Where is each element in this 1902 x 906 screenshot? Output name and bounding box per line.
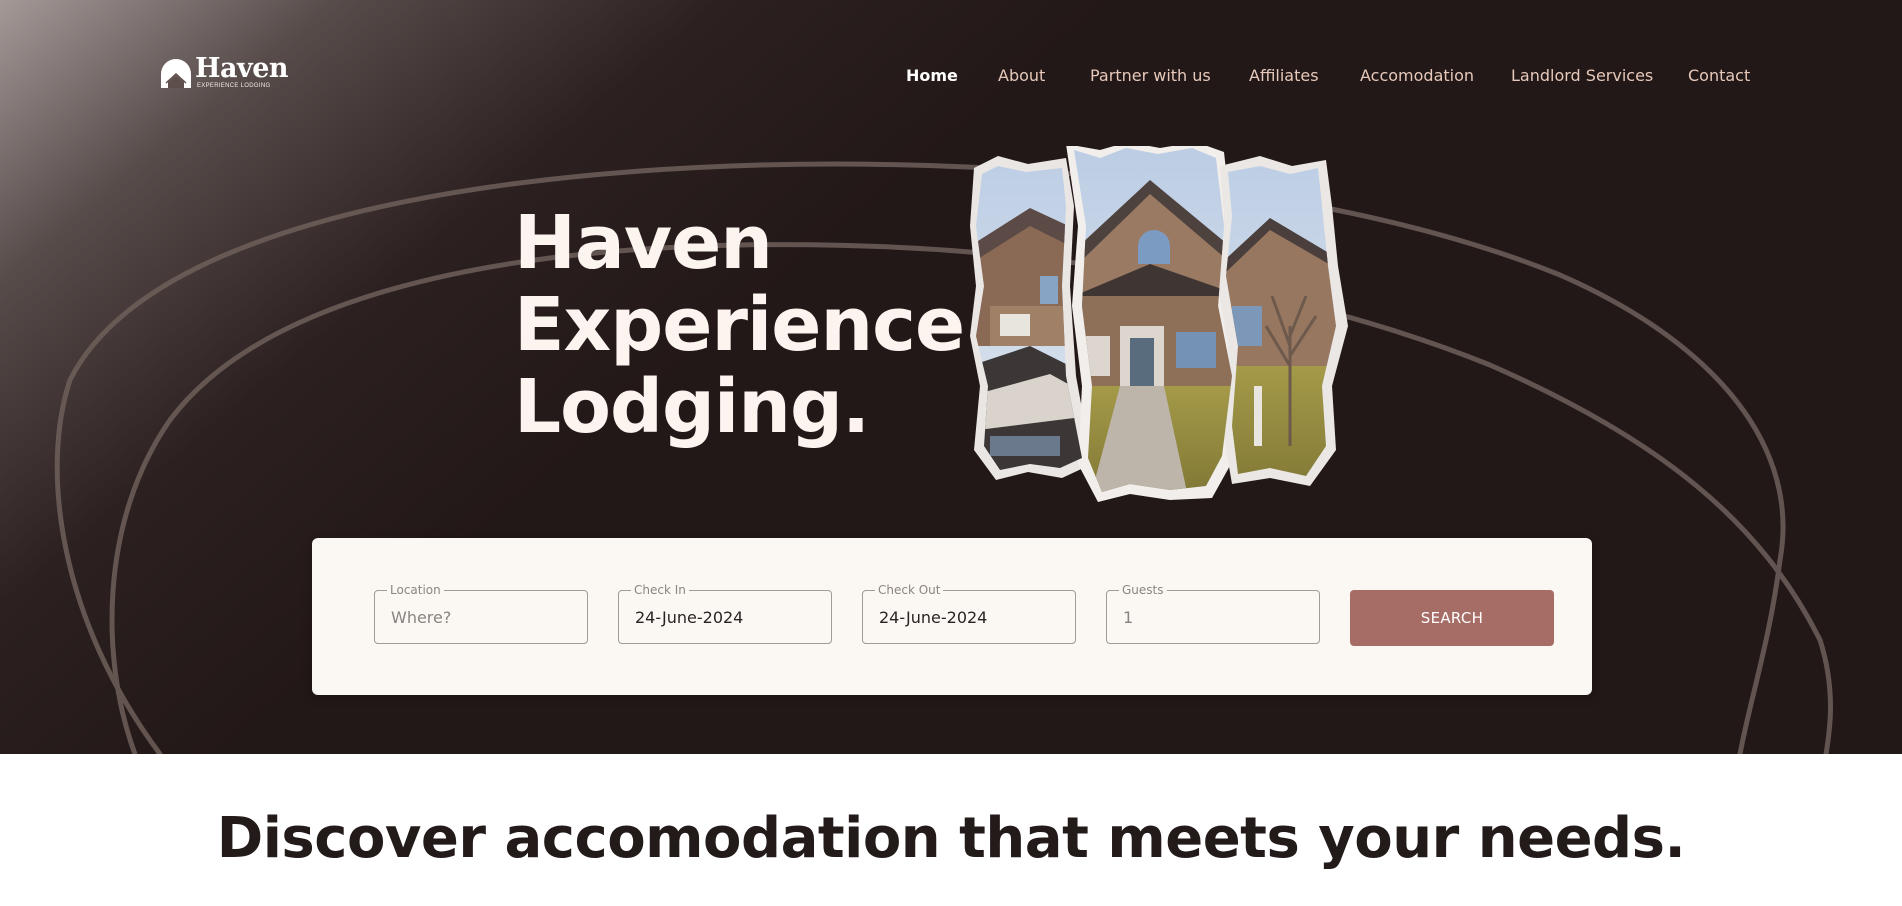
nav-item-about[interactable]: About <box>998 66 1045 85</box>
hero-title: Haven Experience Lodging. <box>514 202 974 448</box>
nav-item-affiliates[interactable]: Affiliates <box>1249 66 1319 85</box>
nav-item-landlord-services[interactable]: Landlord Services <box>1511 66 1653 85</box>
hero-title-line: Experience <box>514 282 965 368</box>
guests-input[interactable] <box>1107 591 1319 643</box>
nav-item-accomodation[interactable]: Accomodation <box>1360 66 1474 85</box>
location-field: Location <box>374 582 588 644</box>
hero-section: Haven EXPERIENCE LODGING Home About Part… <box>0 0 1902 754</box>
guests-field: Guests <box>1106 582 1320 644</box>
check-in-field: Check In <box>618 582 832 644</box>
search-button[interactable]: SEARCH <box>1350 590 1554 646</box>
check-out-field: Check Out <box>862 582 1076 644</box>
hero-title-line: Lodging. <box>514 364 870 450</box>
check-out-input[interactable] <box>863 591 1075 643</box>
brand-logo[interactable]: Haven EXPERIENCE LODGING <box>159 53 289 90</box>
nav-item-partner[interactable]: Partner with us <box>1090 66 1211 85</box>
nav-item-contact[interactable]: Contact <box>1688 66 1750 85</box>
brand-name: Haven <box>195 53 289 84</box>
location-input[interactable] <box>375 591 587 643</box>
section-heading: Discover accomodation that meets your ne… <box>216 806 1686 871</box>
nav-item-home[interactable]: Home <box>906 66 958 85</box>
check-in-input[interactable] <box>619 591 831 643</box>
house-arch-icon <box>161 59 191 88</box>
house-photo-collage <box>970 146 1348 502</box>
search-card: Location Check In Check Out Guests SEARC… <box>312 538 1592 695</box>
brand-tagline: EXPERIENCE LODGING <box>197 83 271 89</box>
hero-title-line: Haven <box>514 200 773 286</box>
